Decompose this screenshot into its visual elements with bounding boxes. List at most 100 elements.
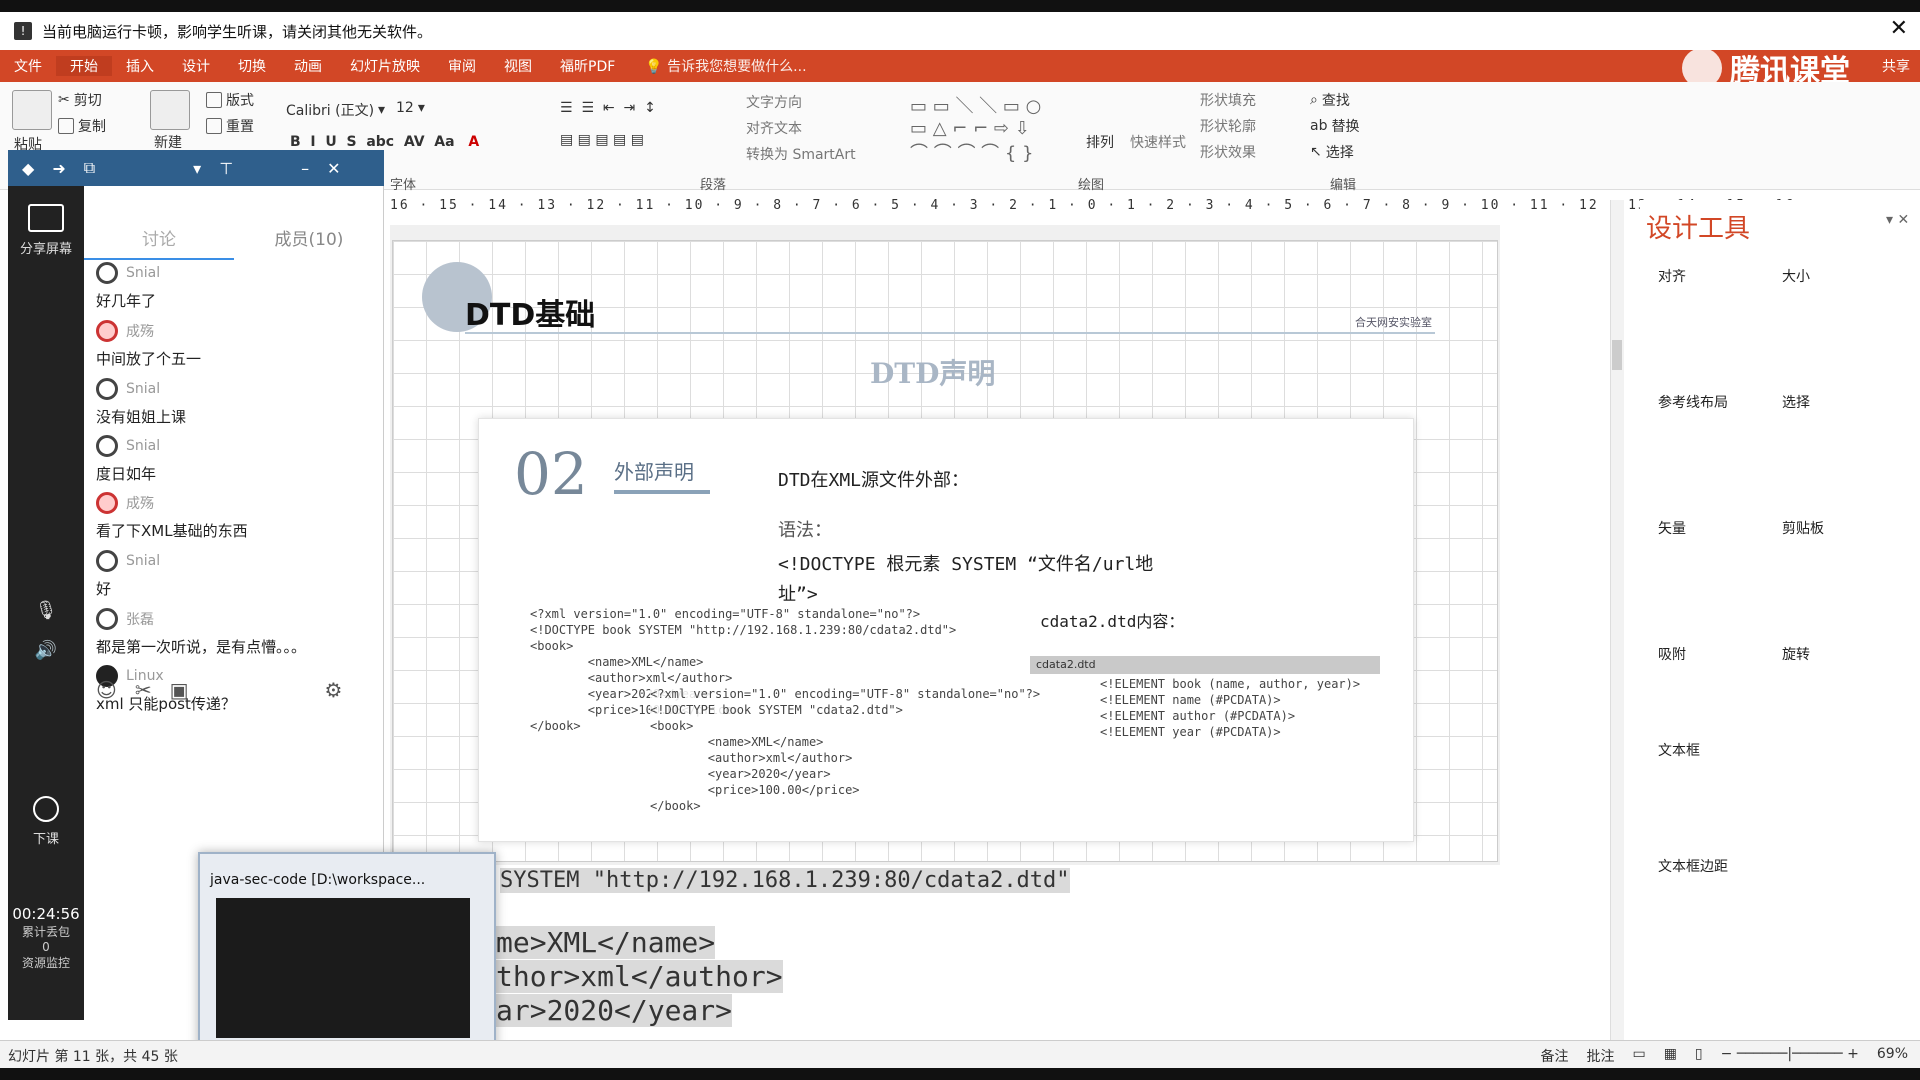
end-class-button[interactable]: 下课 xyxy=(8,796,84,847)
paste-icon[interactable] xyxy=(12,90,52,130)
editor-line-4: ar>2020</year> xyxy=(496,994,733,1027)
close-icon[interactable]: ✕ xyxy=(327,159,340,178)
font-name-select[interactable]: Calibri (正文) ▾ xyxy=(286,100,385,120)
dtd-content-label: cdata2.dtd内容： xyxy=(1040,612,1185,631)
emoji-icon[interactable]: ☺ xyxy=(96,678,117,702)
section-number: 02 xyxy=(514,440,588,508)
tell-me-search[interactable]: 💡 告诉我您想要做什么... xyxy=(645,56,806,76)
slide-subtitle: DTD声明 xyxy=(870,357,996,390)
gear-icon[interactable]: ⚙ xyxy=(325,678,343,702)
shape-effect-label: 形状效果 xyxy=(1200,145,1256,161)
sender-name: 成殇 xyxy=(126,496,154,512)
shape-effect-button[interactable]: 形状效果 xyxy=(1200,142,1256,162)
speaker-icon[interactable]: 🔊 xyxy=(8,640,84,661)
arrange-button[interactable]: 排列 xyxy=(1086,132,1114,152)
font-size-select[interactable]: 12 ▾ xyxy=(396,100,425,116)
cut-button[interactable]: ✂ 剪切 xyxy=(58,90,102,110)
chat-message: Snial 没有姐姐上课 xyxy=(96,378,376,427)
replace-button[interactable]: ab 替换 xyxy=(1310,116,1359,136)
new-slide-icon[interactable] xyxy=(150,90,190,130)
tab-view[interactable]: 视图 xyxy=(490,56,546,76)
design-textbox-margin-label: 文本框边距 xyxy=(1658,859,1728,875)
font-format-row[interactable]: B I U S abc AV Aa A xyxy=(290,134,479,150)
design-vector-label: 矢量 xyxy=(1658,521,1686,537)
shapes-gallery[interactable]: ▭ ▭ ＼ ＼ ▭ ○ ▭ △ ⌐ ⌐ ⇨ ⇩ ⌒ ⌒ ⌒ ⌒ { } xyxy=(910,92,1041,165)
panel-menu-icon[interactable]: ▾ ✕ xyxy=(1886,212,1909,228)
class-timer: 00:24:56 xyxy=(12,905,80,923)
layout-button[interactable]: 版式 xyxy=(206,90,254,110)
bullets-row[interactable]: ☰ ☰ ⇤ ⇥ ↕ xyxy=(560,100,656,116)
image-icon[interactable]: ▣ xyxy=(170,678,189,702)
sender-name: 成殇 xyxy=(126,324,154,340)
design-select-label: 选择 xyxy=(1782,395,1810,411)
shape-fill-button[interactable]: 形状填充 xyxy=(1200,90,1256,110)
align-text-label: 对齐文本 xyxy=(746,121,802,137)
select-button[interactable]: ↖ 选择 xyxy=(1310,142,1354,162)
tab-transitions[interactable]: 切换 xyxy=(224,56,280,76)
design-textbox-label: 文本框 xyxy=(1658,743,1700,759)
chat-message: 成殇 看了下XML基础的东西 xyxy=(96,492,376,541)
view-normal-icon[interactable]: ▭ xyxy=(1632,1046,1645,1066)
new-slide-button[interactable]: 新建 xyxy=(154,132,182,152)
tab-animations[interactable]: 动画 xyxy=(280,56,336,76)
quick-styles-button[interactable]: 快速样式 xyxy=(1130,132,1186,152)
popout-icon[interactable]: ⧉ xyxy=(84,158,95,178)
tab-foxit-pdf[interactable]: 福昕PDF xyxy=(546,56,629,76)
warning-text: 当前电脑运行卡顿，影响学生听课，请关闭其他无关软件。 xyxy=(42,22,433,41)
tab-file[interactable]: 文件 xyxy=(0,56,56,76)
chevron-down-icon[interactable]: ▾ xyxy=(193,159,201,178)
packet-loss-value: 0 xyxy=(42,940,50,954)
tab-design[interactable]: 设计 xyxy=(168,56,224,76)
minimize-icon[interactable]: – xyxy=(301,159,309,178)
tab-discussion[interactable]: 讨论 xyxy=(84,220,234,260)
notes-button[interactable]: 备注 xyxy=(1540,1046,1568,1066)
scrollbar-thumb[interactable] xyxy=(1612,340,1622,370)
new-slide-label: 新建 xyxy=(154,135,182,151)
text-direction-button[interactable]: 文字方向 xyxy=(746,92,802,112)
chat-message: Snial 好几年了 xyxy=(96,262,376,311)
tab-review[interactable]: 审阅 xyxy=(434,56,490,76)
performance-warning-bar: ! 当前电脑运行卡顿，影响学生听课，请关闭其他无关软件。 xyxy=(0,12,1920,50)
close-warning-button[interactable]: ✕ xyxy=(1890,16,1908,41)
message-text: 度日如年 xyxy=(96,465,157,483)
avatar xyxy=(96,262,118,284)
copy-button[interactable]: 复制 xyxy=(58,116,106,136)
vertical-scrollbar[interactable] xyxy=(1610,200,1624,1040)
chat-input[interactable] xyxy=(96,710,366,740)
xml-code-sample-2: <?xml version="1.0" encoding="UTF-8" sta… xyxy=(650,686,1041,814)
sender-name: Snial xyxy=(126,553,161,569)
shape-outline-button[interactable]: 形状轮廓 xyxy=(1200,116,1256,136)
select-label: 选择 xyxy=(1325,145,1354,161)
syntax-line-cont: 址”> xyxy=(778,584,818,605)
slide-counter: 幻灯片 第 11 张，共 45 张 xyxy=(8,1049,178,1065)
forward-icon[interactable]: ➜ xyxy=(52,159,65,178)
pin-top-icon[interactable]: ⊤ xyxy=(219,159,233,178)
zoom-slider[interactable]: − ──────|────── + xyxy=(1721,1046,1859,1066)
reset-button[interactable]: 重置 xyxy=(206,116,254,136)
align-text-button[interactable]: 对齐文本 xyxy=(746,118,802,138)
chat-sender: Snial xyxy=(96,435,376,457)
chat-tabs: 讨论 成员(10) xyxy=(84,220,384,260)
tab-insert[interactable]: 插入 xyxy=(112,56,168,76)
tab-slideshow[interactable]: 幻灯片放映 xyxy=(336,56,434,76)
smartart-button[interactable]: 转换为 SmartArt xyxy=(746,144,856,164)
zoom-level[interactable]: 69% xyxy=(1877,1046,1908,1066)
chat-message: 张磊 都是第一次听说，是有点懵。。。 xyxy=(96,608,376,657)
warning-icon: ! xyxy=(14,22,32,40)
align-row[interactable]: ▤ ▤ ▤ ▤ ▤ xyxy=(560,132,644,148)
design-tools-title: 设计工具 xyxy=(1646,214,1751,244)
share-button[interactable]: 共享 xyxy=(1882,56,1910,76)
mic-icon[interactable]: 🎙 xyxy=(8,600,84,621)
bottom-edge xyxy=(0,1068,1920,1080)
pin-icon[interactable]: ◆ xyxy=(22,159,34,178)
view-sorter-icon[interactable]: ▦ xyxy=(1664,1046,1677,1066)
screenshot-icon[interactable]: ✂ xyxy=(135,678,152,702)
view-reading-icon[interactable]: ▯ xyxy=(1695,1046,1703,1066)
group-editing-label: 编辑 xyxy=(1330,178,1357,193)
design-clipboard-label: 剪贴板 xyxy=(1782,521,1824,537)
share-screen-button[interactable]: 分享屏幕 xyxy=(8,204,84,257)
find-button[interactable]: ⌕ 查找 xyxy=(1310,90,1350,110)
tab-home[interactable]: 开始 xyxy=(56,56,112,76)
tab-members[interactable]: 成员(10) xyxy=(234,220,384,260)
comments-button[interactable]: 批注 xyxy=(1586,1046,1614,1066)
